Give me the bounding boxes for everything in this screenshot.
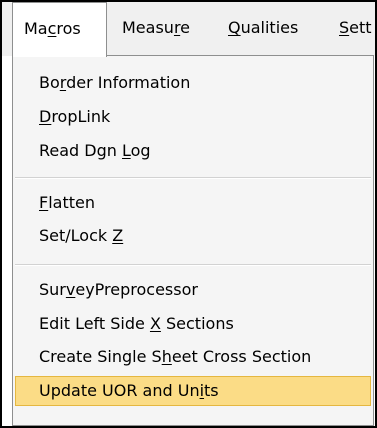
menu-tab-label: ualities bbox=[240, 18, 299, 37]
macros-dropdown-menu: Border Information DropLink Read Dgn Log… bbox=[12, 55, 374, 426]
menu-tab-label: Ma bbox=[24, 19, 48, 38]
menu-item-accelerator: X bbox=[149, 314, 161, 333]
menu-item-read-dgn-log[interactable]: Read Dgn Log bbox=[15, 136, 371, 166]
menu-tab-measure[interactable]: Measure bbox=[122, 2, 190, 56]
menu-item-droplink[interactable]: DropLink bbox=[15, 102, 371, 132]
menu-item-label: ropLink bbox=[51, 107, 111, 126]
menu-tab-macros[interactable]: Macros bbox=[12, 2, 107, 57]
menu-item-accelerator: v bbox=[65, 280, 76, 299]
menu-item-label: Sections bbox=[160, 314, 234, 333]
menu-item-label: Read Dgn bbox=[39, 141, 122, 160]
menu-item-survey-preprocessor[interactable]: SurveyPreprocessor bbox=[15, 275, 371, 305]
menu-item-accelerator: Z bbox=[112, 226, 124, 245]
menu-item-label: ts bbox=[204, 381, 219, 400]
menu-item-update-uor-and-units[interactable]: Update UOR and Units bbox=[15, 376, 371, 406]
menu-tab-label: ett bbox=[349, 18, 372, 37]
menu-item-accelerator: F bbox=[39, 193, 49, 212]
menu-item-label: Bo bbox=[39, 73, 60, 92]
menu-tab-accelerator: Q bbox=[228, 18, 241, 37]
menu-item-label: der Information bbox=[66, 73, 191, 92]
menu-item-label: Sur bbox=[39, 280, 66, 299]
menu-item-accelerator: L bbox=[122, 141, 131, 160]
menu-item-flatten[interactable]: Flatten bbox=[15, 188, 371, 218]
menu-item-border-information[interactable]: Border Information bbox=[15, 68, 371, 98]
menu-item-set-lock-z[interactable]: Set/Lock Z bbox=[15, 221, 371, 251]
menu-tab-label: Measu bbox=[122, 18, 174, 37]
menu-item-label: eyPreprocessor bbox=[75, 280, 198, 299]
menu-item-create-single-sheet-cross-section[interactable]: Create Single Sheet Cross Section bbox=[15, 342, 371, 372]
menu-separator bbox=[15, 177, 371, 179]
menu-item-label: latten bbox=[48, 193, 95, 212]
menu-tab-settings[interactable]: Sett bbox=[339, 2, 372, 56]
menu-item-label: Update UOR and Un bbox=[39, 381, 200, 400]
menu-tab-label: ros bbox=[56, 19, 81, 38]
menu-item-label: og bbox=[130, 141, 151, 160]
menu-separator bbox=[15, 264, 371, 266]
screenshot-frame: Macros Measure Qualities Sett Border Inf… bbox=[0, 0, 377, 428]
menu-item-label: Set/Lock bbox=[39, 226, 113, 245]
menu-item-label: eet Cross Section bbox=[171, 347, 312, 366]
menu-item-accelerator: D bbox=[39, 107, 52, 126]
menu-item-edit-left-side-x-sections[interactable]: Edit Left Side X Sections bbox=[15, 309, 371, 339]
menu-tab-qualities[interactable]: Qualities bbox=[228, 2, 298, 56]
menu-bar: Macros Measure Qualities Sett bbox=[2, 2, 375, 57]
menu-tab-accelerator: S bbox=[339, 18, 350, 37]
menu-tab-label: e bbox=[180, 18, 191, 37]
menu-item-label: Edit Left Side bbox=[39, 314, 150, 333]
menu-item-label: Create Single S bbox=[39, 347, 162, 366]
menu-item-accelerator: h bbox=[161, 347, 172, 366]
